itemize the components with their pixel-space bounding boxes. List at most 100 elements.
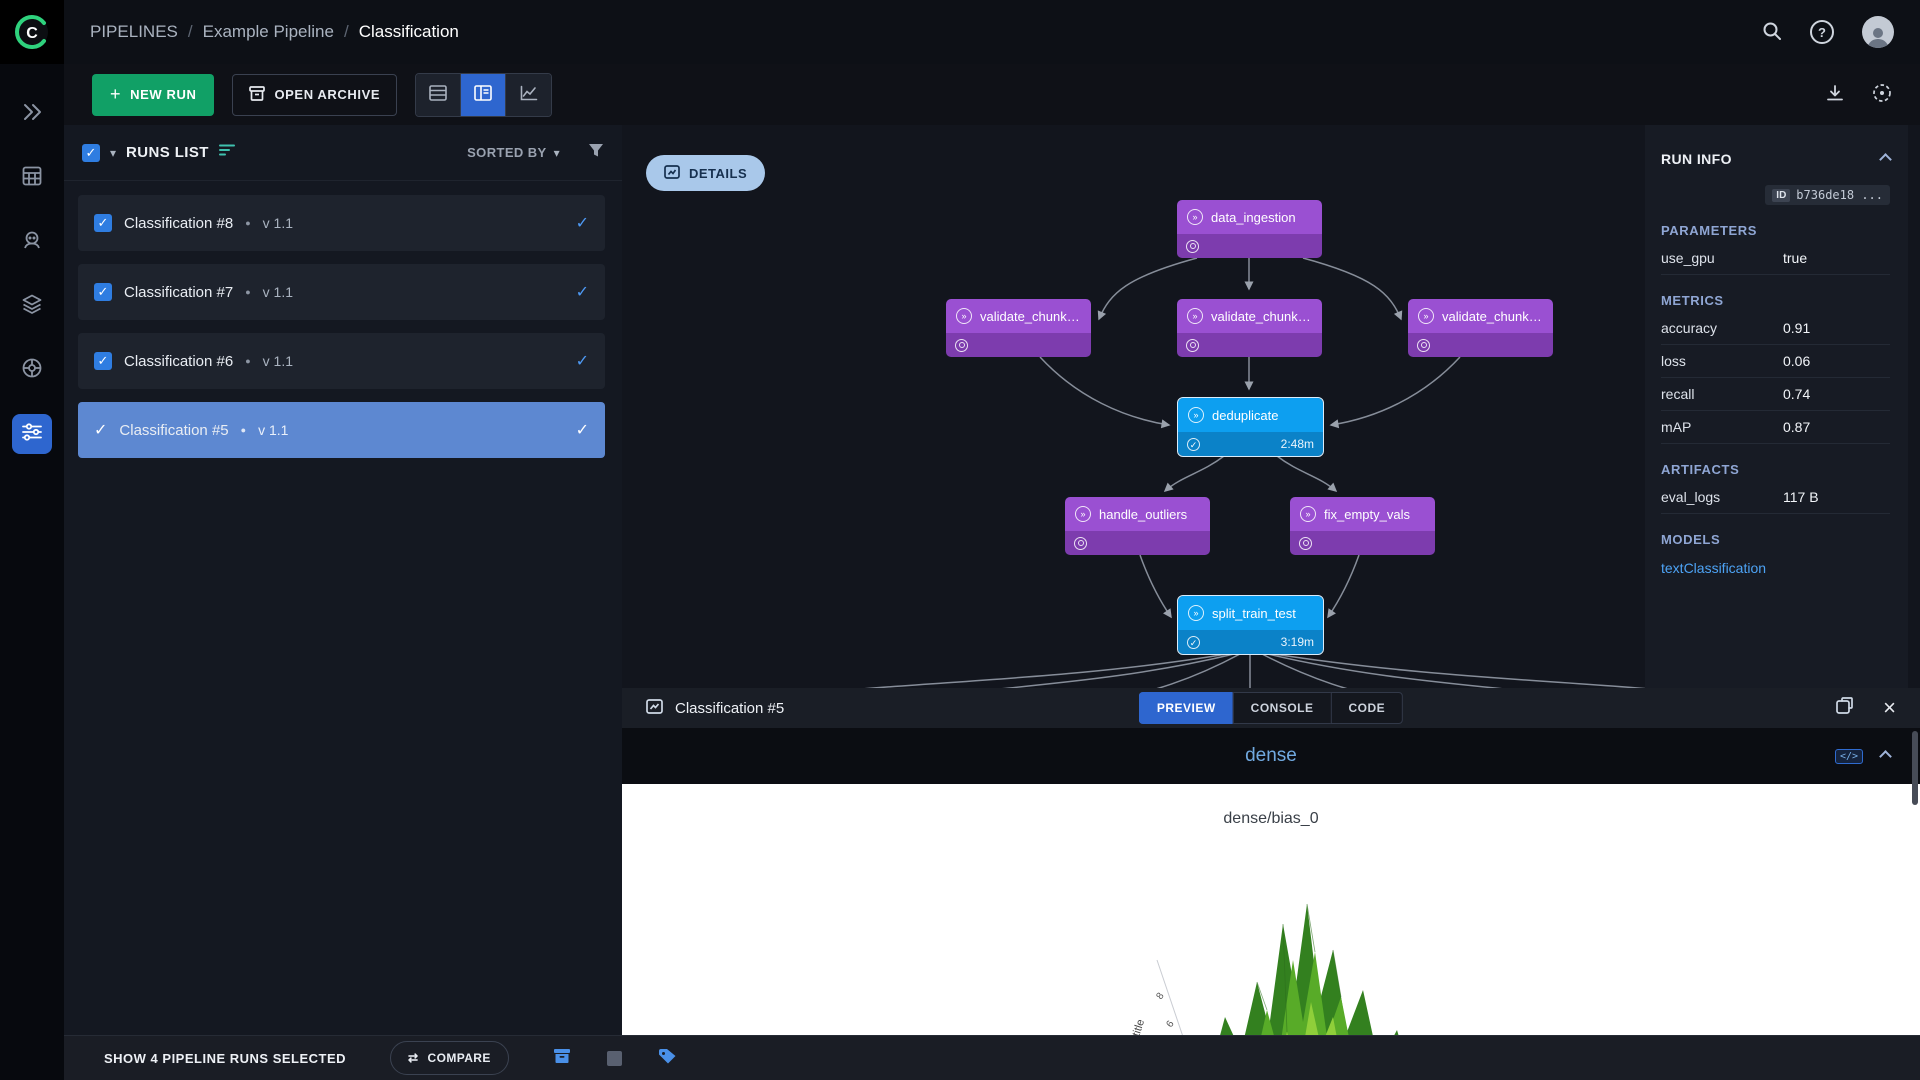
split-view-toggle[interactable] — [461, 74, 506, 116]
status-completed-icon — [1187, 636, 1200, 649]
metric-row: mAP 0.87 — [1661, 411, 1890, 444]
status-pending-icon — [1186, 339, 1199, 352]
plot-tick: 6 — [1164, 1018, 1176, 1029]
table-view-toggle[interactable] — [416, 74, 461, 116]
sidebar-item-applications[interactable] — [12, 350, 52, 390]
close-icon[interactable]: × — [1883, 697, 1896, 719]
node-handle-outliers[interactable]: » handle_outliers — [1065, 497, 1210, 555]
node-validate-chunk-3[interactable]: » validate_chunk_3 — [946, 299, 1091, 357]
node-split-train-test[interactable]: » split_train_test 3:19m — [1178, 596, 1323, 654]
new-run-label: NEW RUN — [130, 87, 196, 102]
selection-count-text: SHOW 4 PIPELINE RUNS SELECTED — [104, 1051, 346, 1066]
select-dropdown-caret-icon[interactable]: ▾ — [110, 146, 116, 160]
run-checkbox[interactable] — [94, 214, 112, 232]
section-parameters: PARAMETERS — [1661, 223, 1890, 238]
models-icon — [22, 294, 42, 319]
help-button[interactable]: ? — [1810, 20, 1834, 44]
run-item-classification-7[interactable]: Classification #7 ● v 1.1 ✓ — [78, 264, 605, 320]
chart-view-toggle[interactable] — [506, 74, 551, 116]
run-version: v 1.1 — [263, 353, 293, 369]
clearml-app: C — [0, 0, 1920, 1080]
view-toggle-group — [415, 73, 552, 117]
resource-monitor-button[interactable] — [1872, 83, 1892, 106]
node-label: validate_chunk_3 — [980, 309, 1081, 324]
collapse-chevron-up-icon[interactable] — [1879, 750, 1892, 763]
workers-icon — [22, 230, 42, 255]
user-avatar[interactable] — [1862, 16, 1894, 48]
run-item-classification-8[interactable]: Classification #8 ● v 1.1 ✓ — [78, 195, 605, 251]
artifact-value: 117 B — [1783, 489, 1819, 505]
metric-label: accuracy — [1661, 320, 1783, 336]
search-button[interactable] — [1762, 21, 1782, 44]
metric-label: recall — [1661, 386, 1783, 402]
details-label: DETAILS — [689, 166, 747, 181]
new-run-button[interactable]: + NEW RUN — [92, 74, 214, 116]
step-type-icon: » — [1187, 209, 1203, 225]
metric-value: 0.74 — [1783, 386, 1810, 402]
details-button[interactable]: DETAILS — [646, 155, 765, 191]
run-version: v 1.1 — [258, 422, 288, 438]
open-in-window-icon[interactable] — [1836, 697, 1853, 719]
step-type-icon: » — [1188, 605, 1204, 621]
left-nav-sidebar: C — [0, 0, 64, 1080]
node-label: data_ingestion — [1211, 210, 1296, 225]
model-link[interactable]: textClassification — [1661, 551, 1890, 584]
tag-icon[interactable] — [658, 1048, 677, 1069]
breadcrumb-example-pipeline[interactable]: Example Pipeline — [203, 22, 334, 42]
sidebar-item-pipelines[interactable] — [12, 414, 52, 454]
breadcrumb-pipelines[interactable]: PIPELINES — [90, 22, 178, 42]
vertical-scrollbar-thumb[interactable] — [1912, 731, 1918, 805]
metric-group-bar[interactable]: dense </> — [622, 728, 1920, 784]
run-item-classification-5-selected[interactable]: ✓ Classification #5 ● v 1.1 ✓ — [78, 402, 605, 458]
metric-row: loss 0.06 — [1661, 345, 1890, 378]
node-validate-chunk-2[interactable]: » validate_chunk_2 — [1177, 299, 1322, 357]
details-preview-icon — [664, 165, 680, 182]
sidebar-item-models[interactable] — [12, 286, 52, 326]
artifact-label: eval_logs — [1661, 489, 1783, 505]
sidebar-item-datasets[interactable] — [12, 158, 52, 198]
status-pending-icon — [1186, 240, 1199, 253]
run-check-icon: ✓ — [576, 420, 589, 440]
clearml-logo[interactable]: C — [0, 0, 64, 64]
node-validate-chunk-1[interactable]: » validate_chunk_1 — [1408, 299, 1553, 357]
node-fix-empty-vals[interactable]: » fix_empty_vals — [1290, 497, 1435, 555]
node-deduplicate[interactable]: » deduplicate 2:48m — [1178, 398, 1323, 456]
node-runtime: 3:19m — [1281, 635, 1314, 649]
plus-icon: + — [110, 84, 121, 105]
run-id-chip[interactable]: ID b736de18 ... — [1765, 185, 1890, 205]
param-label: use_gpu — [1661, 250, 1783, 266]
open-archive-button[interactable]: OPEN ARCHIVE — [232, 74, 397, 116]
tab-preview[interactable]: PREVIEW — [1139, 692, 1233, 724]
metric-label: loss — [1661, 353, 1783, 369]
run-item-classification-6[interactable]: Classification #6 ● v 1.1 ✓ — [78, 333, 605, 389]
run-name: Classification #7 — [124, 284, 233, 301]
step-type-icon: » — [1188, 407, 1204, 423]
bullet-icon: ● — [245, 287, 250, 297]
node-label: fix_empty_vals — [1324, 507, 1410, 522]
compare-button[interactable]: ⇄ COMPARE — [390, 1041, 509, 1075]
run-checkbox[interactable] — [94, 283, 112, 301]
tab-console[interactable]: CONSOLE — [1233, 692, 1331, 724]
run-info-panel: RUN INFO ID b736de18 ... PARAMETERS use_… — [1645, 125, 1908, 688]
archive-selected-icon[interactable] — [553, 1048, 571, 1069]
projects-icon — [22, 103, 42, 126]
breadcrumb: PIPELINES / Example Pipeline / Classific… — [90, 22, 459, 42]
node-data-ingestion[interactable]: » data_ingestion — [1177, 200, 1322, 258]
sidebar-item-workers[interactable] — [12, 222, 52, 262]
filter-button[interactable] — [588, 143, 604, 163]
plot-title: dense/bias_0 — [622, 810, 1920, 828]
selected-check-icon[interactable]: ✓ — [94, 420, 107, 440]
run-checkbox[interactable] — [94, 352, 112, 370]
sort-icon[interactable] — [219, 143, 235, 162]
download-button[interactable] — [1826, 84, 1844, 105]
runs-list: Classification #8 ● v 1.1 ✓ Classificati… — [64, 181, 622, 458]
sidebar-item-projects[interactable] — [12, 94, 52, 134]
select-all-checkbox[interactable] — [82, 144, 100, 162]
surface-plot[interactable]: 8 6 4 title — [1011, 832, 1531, 1035]
collapse-chevron-up-icon[interactable] — [1879, 153, 1892, 166]
code-chip-icon[interactable]: </> — [1835, 749, 1863, 764]
abort-icon[interactable] — [607, 1051, 622, 1066]
sorted-by-dropdown[interactable]: SORTED BY ▾ — [467, 145, 560, 160]
preview-bottom-panel: Classification #5 PREVIEW CONSOLE CODE ×… — [622, 688, 1920, 1035]
tab-code[interactable]: CODE — [1331, 692, 1404, 724]
